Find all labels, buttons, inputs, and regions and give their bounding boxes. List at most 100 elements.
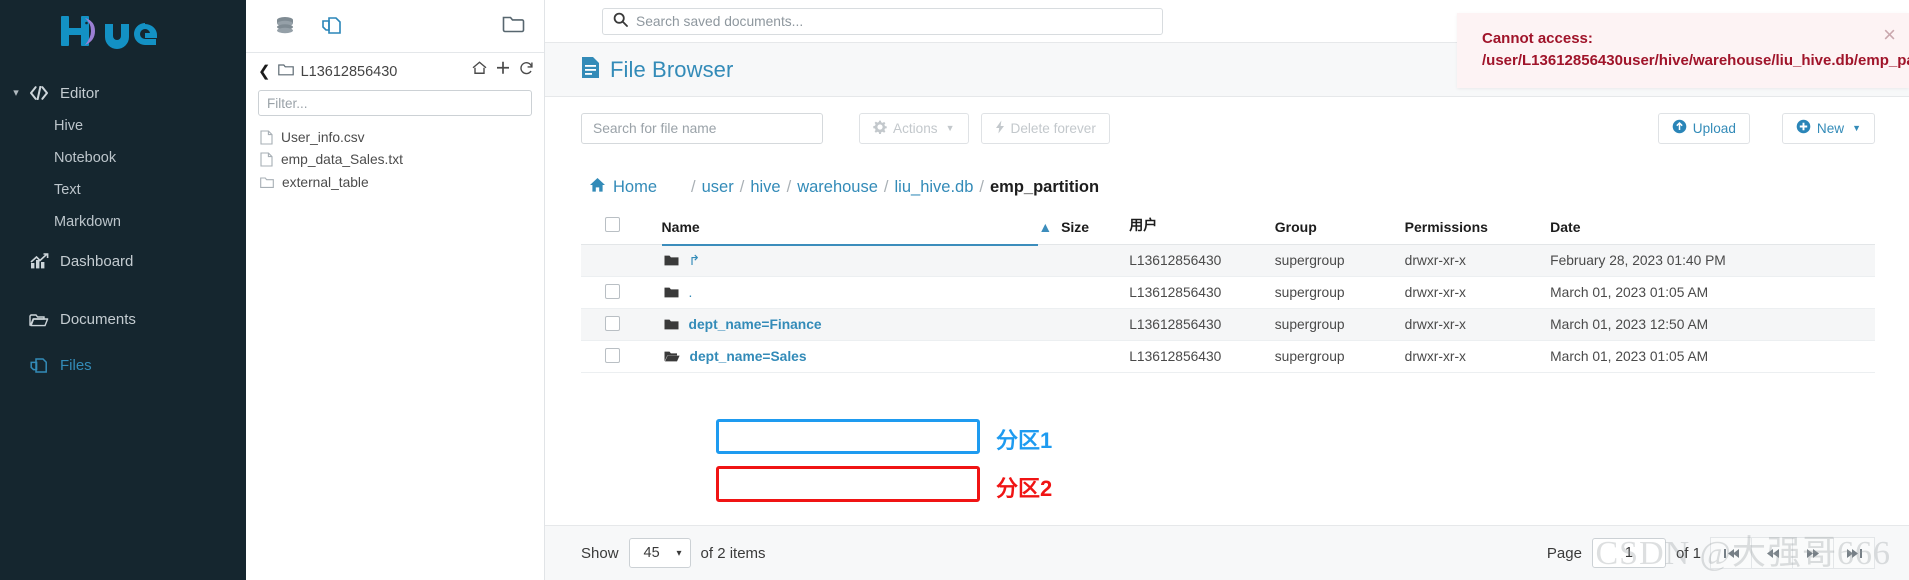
plus-icon[interactable] <box>496 61 510 79</box>
assist-path-actions <box>472 60 534 79</box>
file-table-container: Name ▲ Size 用户 Group Permissions Date ↱ … <box>545 215 1909 525</box>
breadcrumb-item-user[interactable]: user <box>696 178 740 197</box>
row-user-cell: L13612856430 <box>1129 317 1222 332</box>
last-page-icon[interactable] <box>1833 537 1875 569</box>
new-button[interactable]: New ▼ <box>1781 112 1875 144</box>
folder-collapse-icon[interactable] <box>502 14 526 39</box>
tree-item-label: emp_data_Sales.txt <box>281 152 403 168</box>
table-row[interactable]: ↱ L13612856430 supergroup drwxr-xr-x Feb… <box>581 244 1875 277</box>
refresh-icon[interactable] <box>519 60 534 79</box>
folder-icon <box>260 176 274 189</box>
home-icon[interactable] <box>472 61 487 79</box>
folder-icon <box>664 286 679 299</box>
column-header-permissions[interactable]: Permissions <box>1404 215 1551 245</box>
assist-filter-input[interactable]: Filter... <box>258 90 532 116</box>
breadcrumb-item-liu-hive-db[interactable]: liu_hive.db <box>889 178 980 197</box>
row-checkbox-cell <box>581 245 662 277</box>
file-toolbar: Search for file name Actions ▼ Delete fo… <box>545 97 1909 159</box>
folder-open-icon <box>664 350 680 363</box>
search-icon <box>613 12 628 30</box>
tree-item-emp-data-sales-txt[interactable]: emp_data_Sales.txt <box>260 149 544 172</box>
sidebar-item-dashboard[interactable]: Dashboard <box>0 244 246 278</box>
select-all-checkbox[interactable] <box>605 217 620 232</box>
column-header-user[interactable]: 用户 <box>1129 215 1275 245</box>
row-group-cell: supergroup <box>1274 253 1345 268</box>
next-page-icon[interactable] <box>1792 537 1834 569</box>
tree-item-external-table[interactable]: external_table <box>260 171 544 194</box>
sidebar-item-editor[interactable]: ▾ Editor <box>0 76 246 110</box>
search-file-input[interactable]: Search for file name <box>581 112 823 144</box>
assist-filter-placeholder: Filter... <box>267 95 308 111</box>
file-browser-icon <box>581 56 600 84</box>
sidebar-item-text[interactable]: Text <box>0 174 246 206</box>
breadcrumb-home[interactable]: Home <box>589 177 657 198</box>
row-name-link[interactable]: dept_name=Finance <box>689 317 822 332</box>
page-size-select[interactable]: 45 ▾ <box>628 538 691 568</box>
row-group-cell: supergroup <box>1274 349 1345 364</box>
table-row[interactable]: dept_name=Finance L13612856430 supergrou… <box>581 308 1875 341</box>
row-checkbox-cell <box>581 309 662 341</box>
documents-copy-icon[interactable] <box>308 15 354 37</box>
select-all-header <box>581 215 662 245</box>
sidebar-item-files[interactable]: Files <box>0 348 246 382</box>
page-label: Page <box>1546 544 1582 562</box>
row-permissions-cell: drwxr-xr-x <box>1404 317 1466 332</box>
row-name-cell: dept_name=Finance <box>662 309 1039 341</box>
row-name-link[interactable]: . <box>689 285 693 300</box>
database-icon[interactable] <box>262 15 308 37</box>
column-header-label: Permissions <box>1404 219 1488 235</box>
row-checkbox[interactable] <box>605 347 620 363</box>
column-header-label: Size <box>1061 219 1090 235</box>
folder-icon <box>664 254 679 267</box>
tree-item-user-info-csv[interactable]: User_info.csv <box>260 126 544 149</box>
row-name-link[interactable]: ↱ <box>689 253 701 269</box>
upload-button[interactable]: Upload <box>1657 112 1750 144</box>
file-icon <box>260 130 273 145</box>
chevron-down-icon: ▼ <box>945 123 955 133</box>
row-name-link[interactable]: dept_name=Sales <box>690 349 807 364</box>
breadcrumb-item-hive[interactable]: hive <box>744 178 786 197</box>
hue-file-browser-app: ▾ Editor Hive Notebook Text Markdown Das… <box>0 0 1909 580</box>
delete-forever-button-label: Delete forever <box>1010 120 1096 136</box>
row-permissions-cell: drwxr-xr-x <box>1404 285 1466 300</box>
sidebar-item-label: Files <box>60 356 92 374</box>
close-icon[interactable]: × <box>1883 24 1896 46</box>
sidebar-item-notebook[interactable]: Notebook <box>0 142 246 174</box>
row-user-cell: L13612856430 <box>1129 285 1222 300</box>
delete-forever-button[interactable]: Delete forever <box>980 112 1110 144</box>
row-group-cell: supergroup <box>1274 285 1345 300</box>
sidebar-item-documents[interactable]: Documents <box>0 302 246 336</box>
sidebar-item-hive[interactable]: Hive <box>0 110 246 142</box>
file-icon <box>260 152 273 167</box>
actions-button[interactable]: Actions ▼ <box>859 112 969 144</box>
item-count-label: of 2 items <box>700 544 766 562</box>
prev-page-icon[interactable] <box>1751 537 1793 569</box>
sidebar-item-label: Markdown <box>54 214 121 230</box>
assist-panel: ❮ L13612856430 Filter... User_info.csv e… <box>246 0 545 580</box>
column-header-label: Group <box>1274 219 1317 235</box>
row-user-cell: L13612856430 <box>1129 349 1222 364</box>
column-header-name[interactable]: Name <box>661 215 1039 246</box>
column-header-date[interactable]: Date <box>1550 215 1875 245</box>
row-group-cell: supergroup <box>1274 317 1345 332</box>
assist-current-path: L13612856430 <box>300 63 398 80</box>
error-alert: Cannot access: /user/L13612856430user/hi… <box>1457 13 1909 88</box>
table-row[interactable]: dept_name=Sales L13612856430 supergroup … <box>581 341 1875 373</box>
table-row[interactable]: . L13612856430 supergroup drwxr-xr-x Mar… <box>581 277 1875 309</box>
bolt-icon <box>995 120 1005 137</box>
column-header-size[interactable]: ▲ Size <box>1038 215 1130 245</box>
sidebar-item-label: Text <box>54 182 81 198</box>
folder-open-icon <box>24 311 54 327</box>
file-table: Name ▲ Size 用户 Group Permissions Date ↱ … <box>581 215 1875 373</box>
chevron-left-icon[interactable]: ❮ <box>258 64 271 79</box>
row-checkbox[interactable] <box>605 315 620 331</box>
row-checkbox[interactable] <box>605 283 620 299</box>
column-header-group[interactable]: Group <box>1274 215 1405 245</box>
breadcrumb-item-warehouse[interactable]: warehouse <box>791 178 884 197</box>
sidebar-item-markdown[interactable]: Markdown <box>0 206 246 238</box>
row-name-cell: ↱ <box>662 245 1039 277</box>
first-page-icon[interactable] <box>1710 537 1752 569</box>
page-number-input[interactable]: 1 <box>1591 538 1666 568</box>
global-search-input[interactable]: Search saved documents... <box>602 7 1163 35</box>
hue-logo[interactable] <box>0 0 246 58</box>
